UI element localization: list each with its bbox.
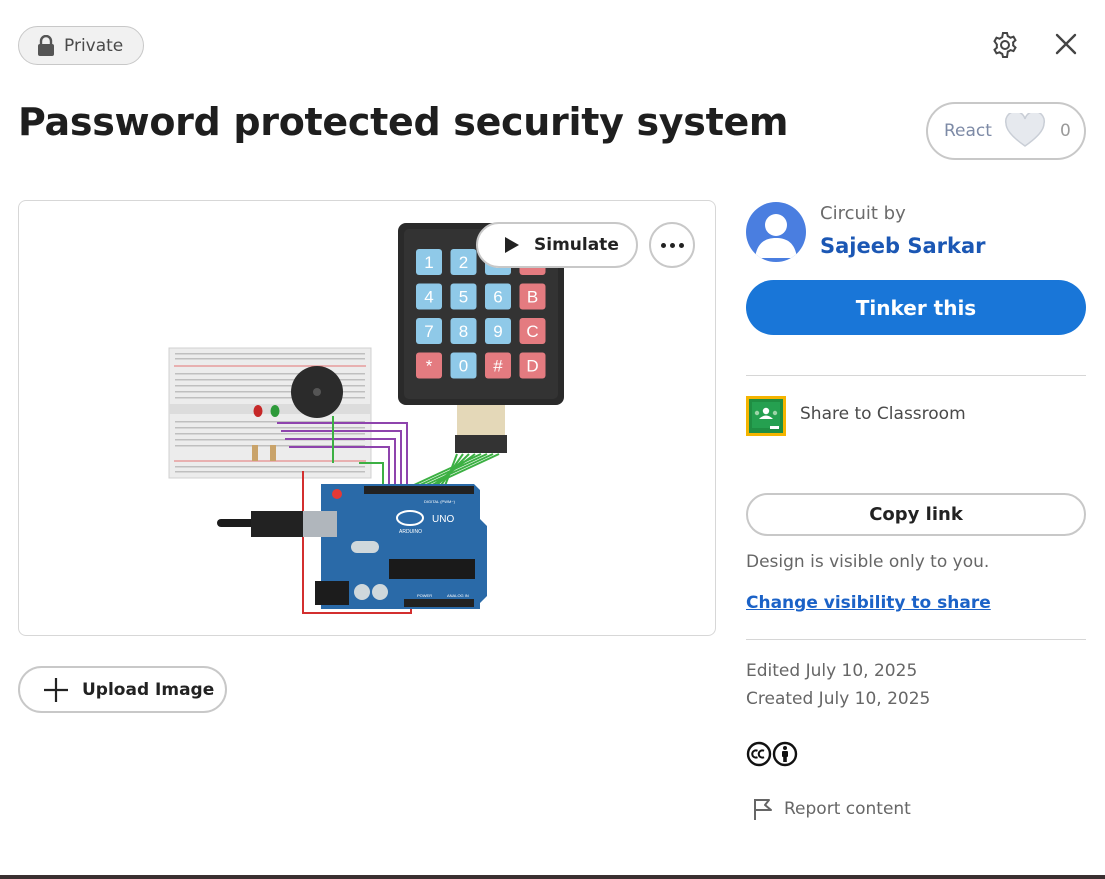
buzzer — [291, 366, 343, 418]
board-digital-label: DIGITAL (PWM~) — [424, 499, 456, 504]
board-power-label: POWER — [417, 593, 432, 598]
upload-image-button[interactable]: Upload Image — [18, 666, 227, 713]
keypad-key-label: 4 — [424, 288, 433, 307]
plus-icon — [44, 677, 68, 702]
keypad-key-label: 5 — [459, 288, 468, 307]
google-classroom-icon[interactable] — [746, 396, 786, 436]
more-options-button[interactable] — [649, 222, 695, 268]
settings-button[interactable] — [990, 30, 1020, 60]
page-title: Password protected security system — [18, 100, 789, 144]
close-button[interactable] — [1052, 30, 1080, 58]
privacy-badge[interactable]: Private — [18, 26, 144, 65]
resistor-1 — [252, 445, 258, 461]
more-icon-dot — [678, 242, 684, 248]
resistor-2 — [270, 445, 276, 461]
created-date: Created July 10, 2025 — [746, 689, 931, 709]
tinker-this-button[interactable]: Tinker this — [746, 280, 1086, 335]
led-red — [253, 405, 263, 417]
keypad-key-label: 9 — [493, 322, 502, 341]
gear-icon — [993, 32, 1017, 58]
board-uno-label: UNO — [432, 514, 454, 525]
circuit-by-label: Circuit by — [820, 203, 906, 224]
author-name-link[interactable]: Sajeeb Sarkar — [820, 234, 985, 258]
user-avatar-icon — [755, 214, 797, 258]
visibility-note: Design is visible only to you. — [746, 552, 990, 572]
react-button[interactable]: React 0 — [926, 102, 1086, 160]
usb-cable — [217, 511, 337, 537]
keypad-key-label: 6 — [493, 288, 502, 307]
share-to-classroom-link[interactable]: Share to Classroom — [800, 404, 966, 424]
keypad-key-label: B — [527, 288, 538, 307]
report-content-link[interactable]: Report content — [752, 796, 911, 822]
upload-image-label: Upload Image — [82, 679, 215, 700]
divider — [746, 375, 1086, 376]
board-analog-label: ANALOG IN — [447, 593, 469, 598]
edited-date: Edited July 10, 2025 — [746, 661, 918, 681]
react-count: 0 — [1059, 121, 1071, 141]
flag-icon — [754, 799, 772, 820]
heart-icon — [1004, 113, 1045, 147]
keypad-key-label: C — [526, 322, 538, 341]
more-icon-dot — [660, 242, 666, 248]
lock-icon — [38, 35, 54, 56]
simulate-button[interactable]: Simulate — [476, 222, 638, 268]
react-label: React — [944, 121, 992, 141]
close-icon — [1055, 33, 1077, 55]
bottom-border — [0, 875, 1105, 879]
divider — [746, 639, 1086, 640]
more-icon-dot — [669, 242, 675, 248]
copy-link-button[interactable]: Copy link — [746, 493, 1086, 536]
keypad-key-label: 2 — [459, 253, 468, 272]
arduino-board — [315, 484, 487, 609]
keypad-key-label: 7 — [424, 322, 433, 341]
change-visibility-link[interactable]: Change visibility to share — [746, 593, 991, 613]
report-content-label: Report content — [784, 799, 911, 819]
privacy-label: Private — [64, 35, 124, 56]
board-brand-label: ARDUINO — [399, 529, 422, 535]
avatar[interactable] — [746, 202, 806, 262]
keypad-key-label: * — [426, 357, 433, 376]
keypad-key-label: 8 — [459, 322, 468, 341]
play-icon — [505, 237, 519, 253]
keypad-key-label: D — [526, 357, 538, 376]
simulate-label: Simulate — [534, 235, 619, 255]
keypad-key-label: 0 — [459, 357, 468, 376]
keypad-key-label: 1 — [424, 253, 433, 272]
circuit-preview[interactable]: 123A456B789C*0#D UNO ARDUINO DIGITAL (PW… — [18, 200, 716, 636]
creative-commons-icon[interactable] — [746, 741, 798, 767]
keypad-key-label: # — [493, 357, 503, 376]
led-green — [270, 405, 280, 417]
keypad-ribbon — [455, 405, 507, 453]
